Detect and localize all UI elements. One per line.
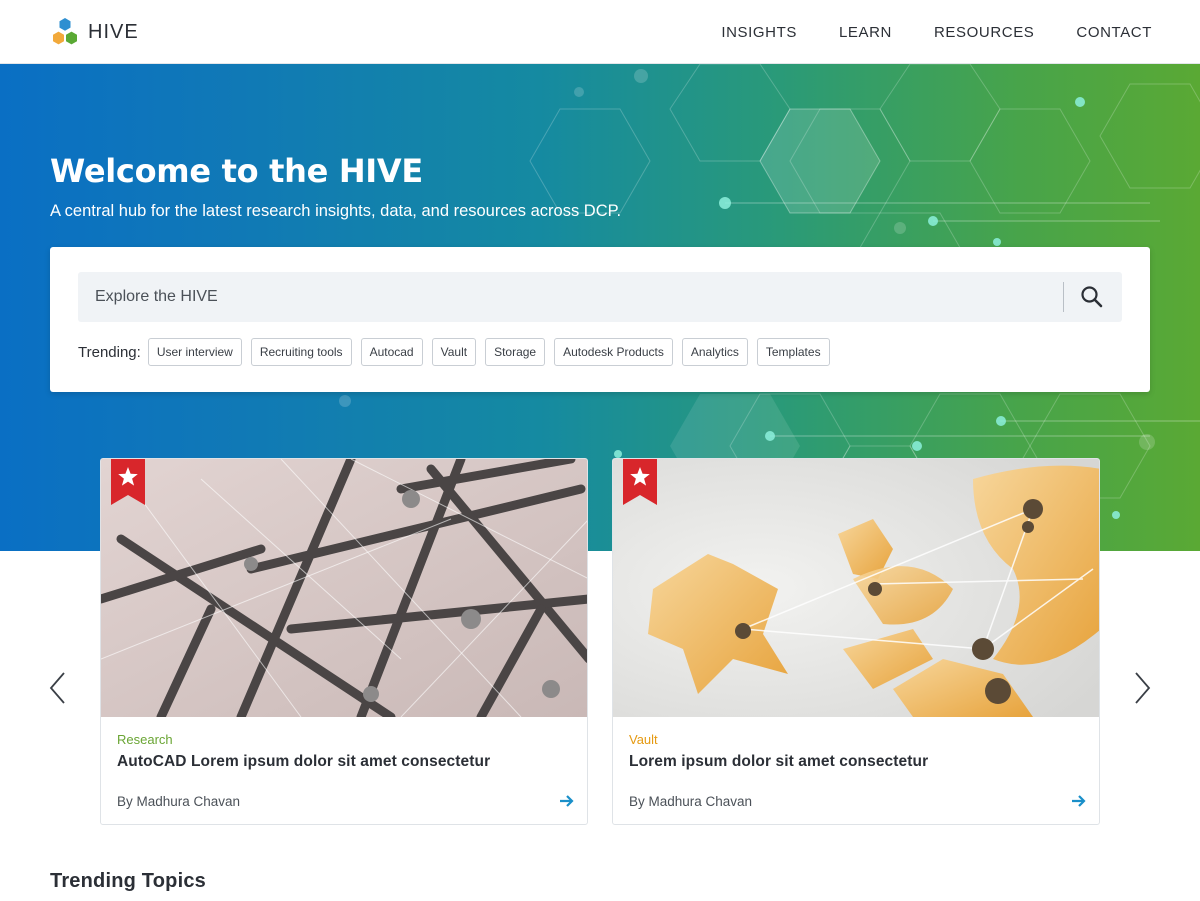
- article-card[interactable]: Research AutoCAD Lorem ipsum dolor sit a…: [100, 458, 588, 825]
- card-image: [101, 459, 587, 717]
- trending-tag[interactable]: Autocad: [360, 338, 423, 366]
- trending-label: Trending:: [78, 343, 141, 361]
- trending-tag[interactable]: Storage: [485, 338, 546, 366]
- card-category: Research: [117, 732, 173, 747]
- main-nav: INSIGHTS LEARN RESOURCES CONTACT: [721, 0, 1152, 64]
- card-author: By Madhura Chavan: [117, 794, 241, 809]
- trending-tag[interactable]: User interview: [147, 338, 242, 366]
- card-author: By Madhura Chavan: [629, 794, 753, 809]
- hero-subtitle: A central hub for the latest research in…: [50, 202, 622, 220]
- arrow-right-icon[interactable]: [559, 793, 575, 809]
- carousel-next-button[interactable]: [1132, 670, 1152, 706]
- trending-tag[interactable]: Analytics: [681, 338, 748, 366]
- search-button[interactable]: [1077, 282, 1107, 312]
- hive-logo-icon: [53, 18, 77, 45]
- hero-title: Welcome to the HIVE: [50, 152, 423, 190]
- top-navigation-bar: HIVE INSIGHTS LEARN RESOURCES CONTACT: [0, 0, 1200, 64]
- card-category: Vault: [629, 732, 658, 747]
- chevron-left-icon: [49, 672, 65, 704]
- nav-learn[interactable]: LEARN: [839, 24, 892, 41]
- trending-topics-heading: Trending Topics: [50, 870, 206, 892]
- trending-tag[interactable]: Vault: [431, 338, 477, 366]
- card-title[interactable]: AutoCAD Lorem ipsum dolor sit amet conse…: [117, 753, 490, 771]
- star-bookmark-icon: [623, 459, 657, 505]
- chevron-right-icon: [1135, 672, 1151, 704]
- search-input[interactable]: [78, 272, 1058, 322]
- arrow-right-icon[interactable]: [1071, 793, 1087, 809]
- trending-tags: Trending: User interview Recruiting tool…: [78, 338, 839, 366]
- nav-resources[interactable]: RESOURCES: [934, 24, 1034, 41]
- search-divider: [1063, 282, 1064, 312]
- search-bar: [78, 272, 1122, 322]
- search-panel: Trending: User interview Recruiting tool…: [50, 247, 1150, 392]
- hive-logo[interactable]: HIVE: [50, 17, 139, 47]
- star-bookmark-icon: [111, 459, 145, 505]
- trending-tag[interactable]: Recruiting tools: [250, 338, 352, 366]
- card-title[interactable]: Lorem ipsum dolor sit amet consectetur: [629, 753, 928, 771]
- logo-text: HIVE: [88, 20, 139, 43]
- nav-contact[interactable]: CONTACT: [1076, 24, 1152, 41]
- card-image: [613, 459, 1099, 717]
- trending-tag[interactable]: Autodesk Products: [554, 338, 673, 366]
- search-icon: [1081, 286, 1103, 308]
- carousel-prev-button[interactable]: [48, 670, 68, 706]
- article-card[interactable]: Vault Lorem ipsum dolor sit amet consect…: [612, 458, 1100, 825]
- nav-insights[interactable]: INSIGHTS: [721, 24, 797, 41]
- trending-tag[interactable]: Templates: [756, 338, 830, 366]
